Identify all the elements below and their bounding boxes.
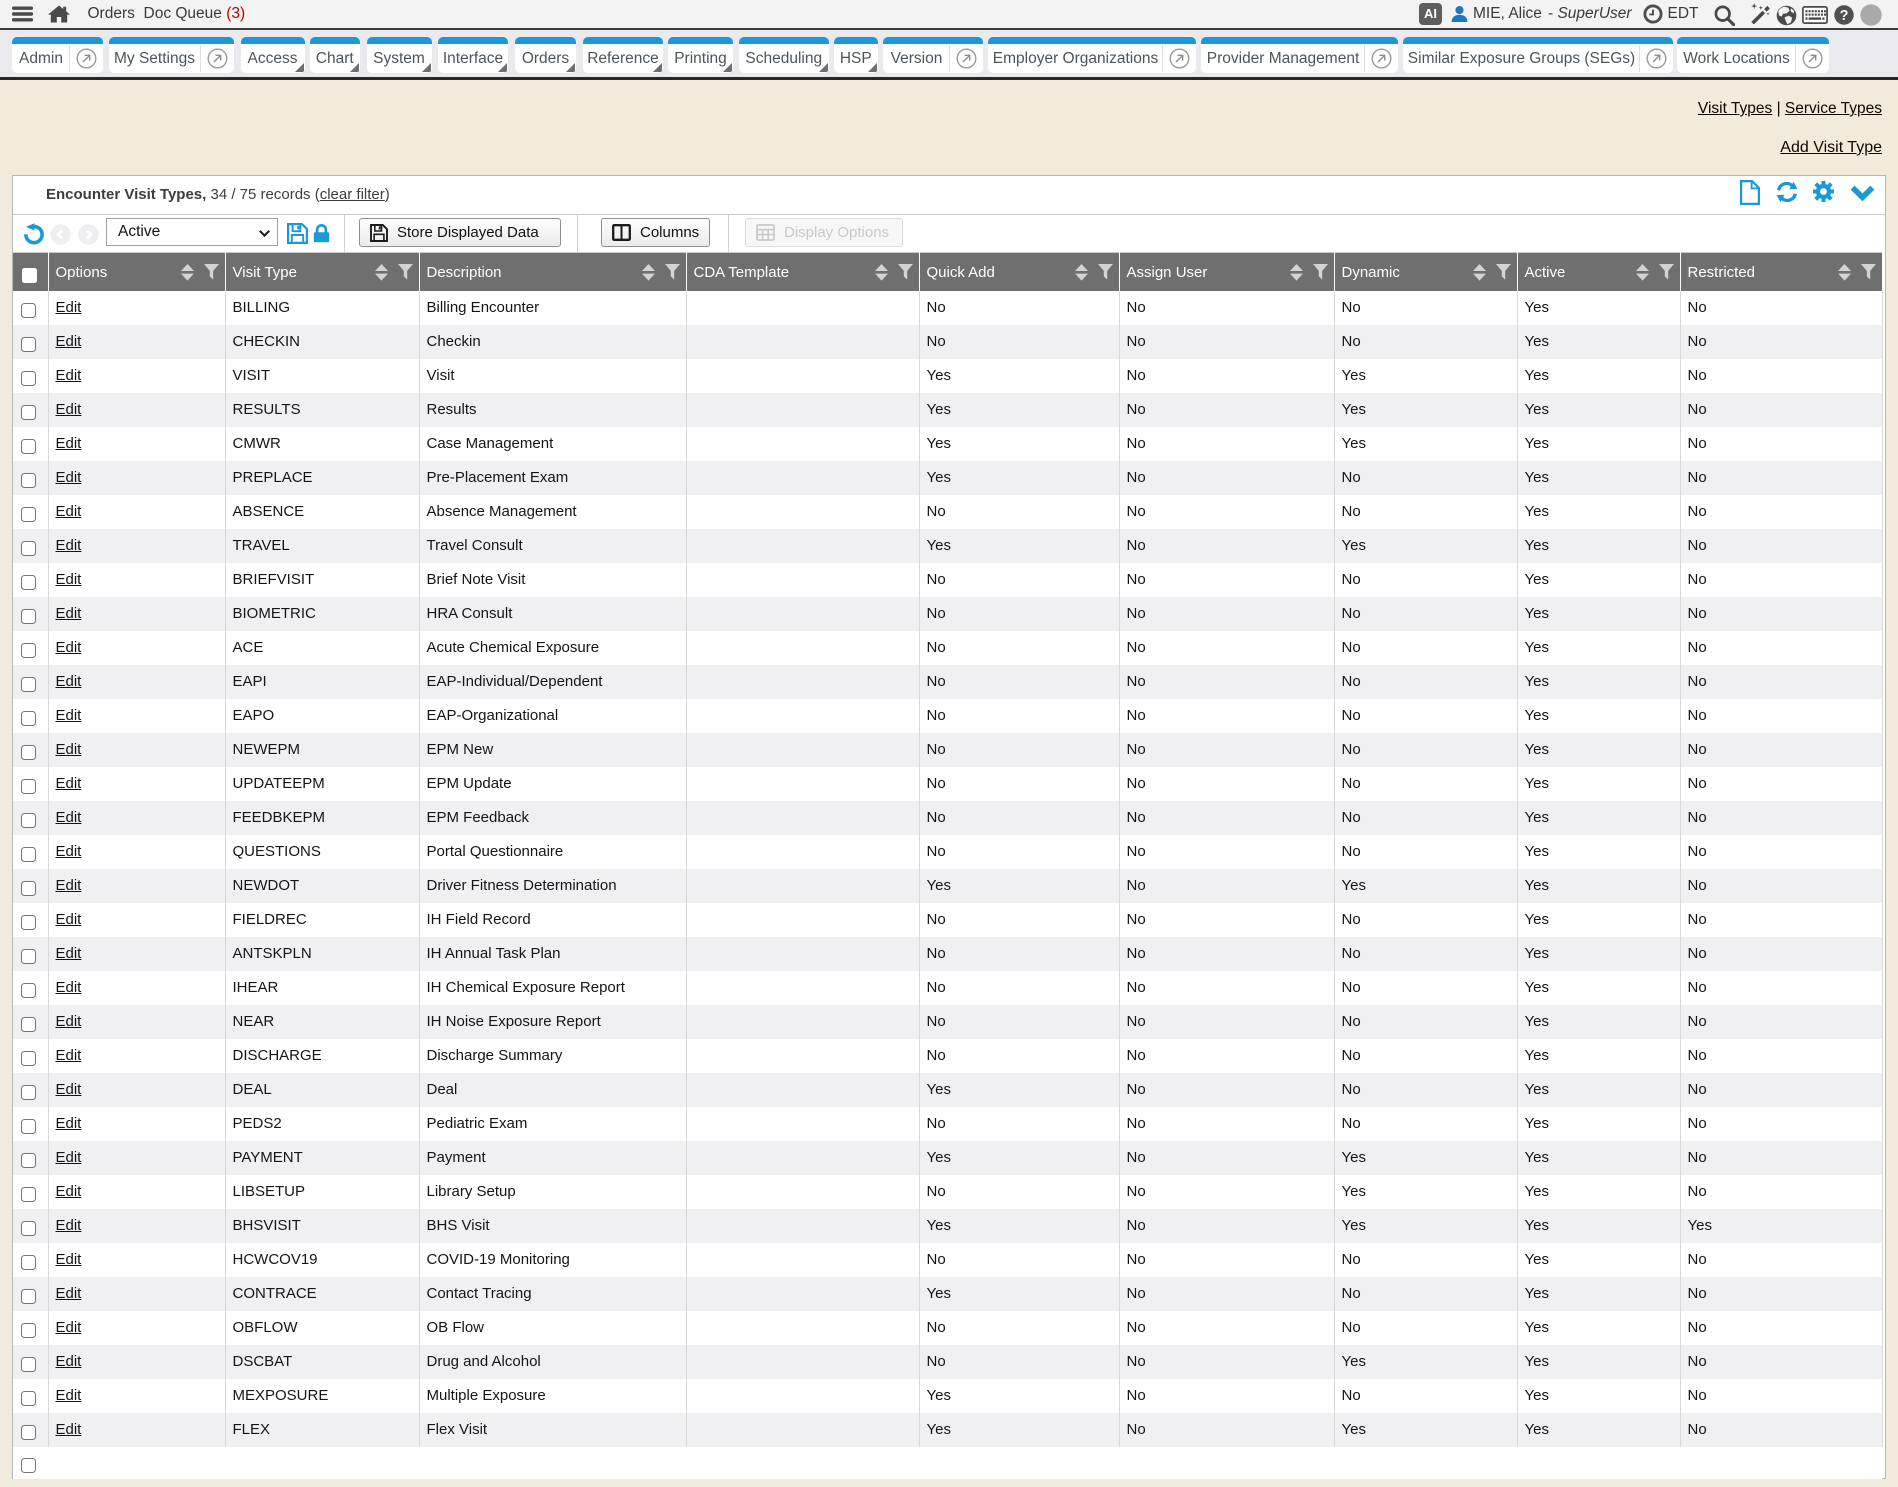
svg-text:?: ?	[1840, 7, 1849, 23]
